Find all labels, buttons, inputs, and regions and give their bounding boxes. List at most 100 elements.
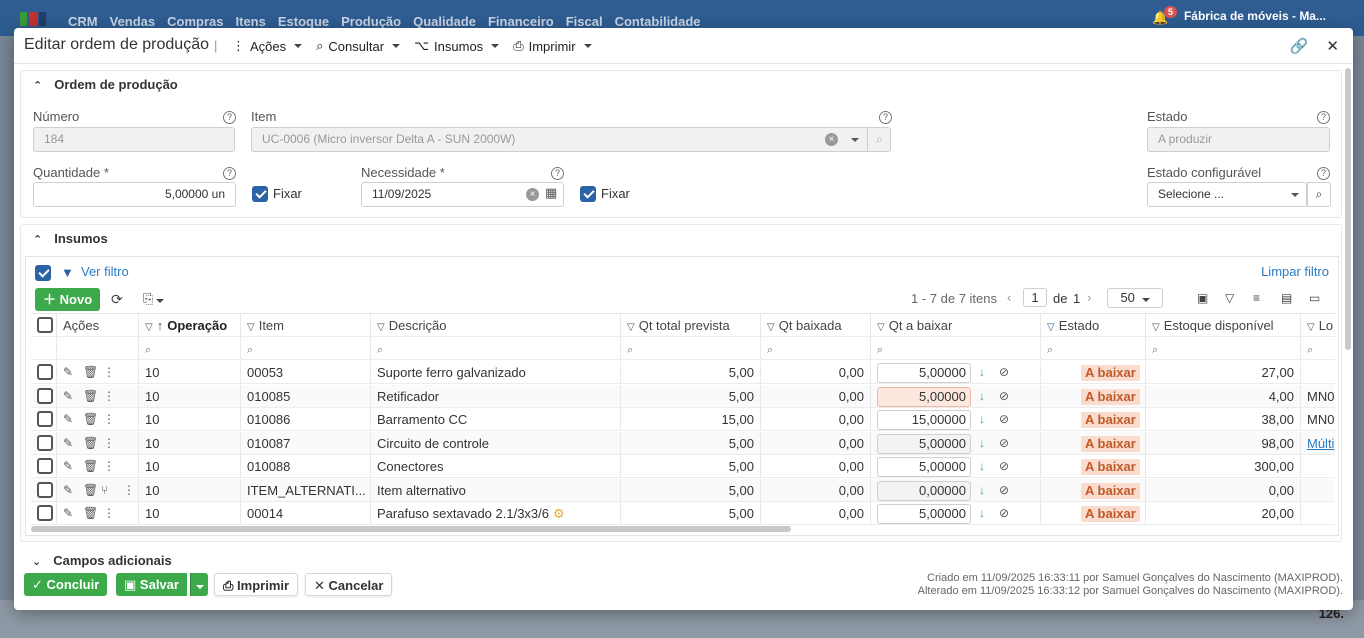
kebab-icon[interactable]: ⋮ — [123, 479, 135, 501]
table-row[interactable]: ✎ 🗑 ⋮ 10 00014 Parafuso sextavado 2.1/3x3/6 ⚙ 5… — [31, 502, 1335, 525]
save-layout-icon[interactable]: ▤ — [1281, 291, 1292, 305]
filter-icon[interactable]: ▽ — [145, 316, 153, 336]
menu-consultar[interactable]: ⌕ Consultar — [316, 38, 401, 54]
nav-item[interactable]: Financeiro — [488, 14, 554, 29]
arrow-down-icon[interactable]: ↓ — [979, 408, 985, 430]
edit-icon[interactable]: ✎ — [63, 361, 73, 383]
select-all-checkbox[interactable] — [37, 317, 53, 333]
report-icon[interactable]: ▭ — [1309, 291, 1320, 305]
qt-a-baixar-input[interactable]: 5,00000 — [877, 504, 971, 524]
filter-icon[interactable]: ▽ — [377, 316, 385, 336]
numero-field[interactable]: 184 — [33, 127, 235, 152]
arrow-down-icon[interactable]: ↓ — [979, 479, 985, 501]
quantidade-input[interactable]: 5,00000 un — [33, 182, 236, 207]
branch-icon[interactable]: ⑂ — [101, 479, 108, 501]
table-row[interactable]: ✎ 🗑 ⋮ 10 010087 Circuito de controle 5,00 0,00 5… — [31, 431, 1335, 455]
row-checkbox[interactable] — [37, 481, 53, 498]
concluir-button[interactable]: ✓ Concluir — [24, 573, 108, 596]
table-row[interactable]: ✎ 🗑 ⋮ 10 010088 Conectores 5,00 0,00 5,00000 ↓ ⊘ A … — [31, 455, 1335, 478]
arrow-down-icon[interactable]: ↓ — [979, 502, 985, 524]
help-icon[interactable]: ? — [223, 111, 236, 124]
chevron-down-icon[interactable] — [1291, 193, 1299, 197]
filter-icon[interactable]: ▽ — [877, 316, 885, 336]
qt-a-baixar-input[interactable]: 0,00000 — [877, 480, 971, 501]
trash-icon[interactable]: 🗑 — [83, 479, 98, 501]
row-checkbox[interactable] — [37, 387, 53, 404]
row-checkbox[interactable] — [37, 434, 53, 451]
nav-item[interactable]: Itens — [236, 14, 266, 29]
sort-asc-icon[interactable]: ↑ — [157, 314, 164, 336]
lo-value[interactable]: Múlti — [1307, 436, 1334, 451]
check-circle-icon[interactable]: ⊘ — [999, 479, 1009, 501]
help-icon[interactable]: ? — [1317, 167, 1330, 180]
arrow-down-icon[interactable]: ↓ — [979, 385, 985, 407]
column-header[interactable]: ▽ Qt a baixar — [871, 314, 1041, 336]
column-filter-cell[interactable]: ⌕ — [1301, 337, 1335, 359]
check-circle-icon[interactable]: ⊘ — [999, 385, 1009, 407]
table-row[interactable]: ✎ 🗑 ⋮ 10 010086 Barramento CC 15,00 0,00 15,0000… — [31, 408, 1335, 431]
filter-icon[interactable]: ▽ — [767, 316, 775, 336]
cancelar-button[interactable]: ✕ Cancelar — [305, 573, 393, 596]
column-filter-cell[interactable]: ⌕ — [1041, 337, 1146, 359]
column-header[interactable]: Ações — [57, 314, 139, 336]
filter-toggle-checkbox[interactable] — [35, 265, 51, 281]
column-header[interactable]: ▽ Estoque disponível — [1146, 314, 1301, 336]
campos-adicionais-title[interactable]: ⌄ Campos adicionais — [32, 553, 172, 568]
kebab-icon[interactable]: ⋮ — [103, 432, 115, 454]
menu-insumos[interactable]: ⌥ Insumos — [414, 38, 500, 54]
company-name[interactable]: Fábrica de móveis - Ma... — [1184, 9, 1326, 23]
row-checkbox[interactable] — [37, 505, 53, 521]
column-header[interactable] — [31, 314, 57, 336]
column-filter-cell[interactable]: ⌕ — [1146, 337, 1301, 359]
column-header[interactable]: ▽ Qt total prevista — [621, 314, 761, 336]
columns-icon[interactable]: ▣ — [1197, 291, 1208, 305]
check-circle-icon[interactable]: ⊘ — [999, 455, 1009, 477]
column-filter-cell[interactable]: ⌕ — [761, 337, 871, 359]
kebab-icon[interactable]: ⋮ — [103, 455, 115, 477]
page-input[interactable]: 1 — [1023, 288, 1047, 307]
salvar-button[interactable]: ▣ Salvar — [116, 573, 187, 596]
trash-icon[interactable]: 🗑 — [83, 432, 98, 454]
novo-button[interactable]: ＋ Novo — [35, 288, 101, 311]
filter-icon[interactable]: ▽ — [1152, 316, 1160, 336]
horizontal-scrollbar[interactable] — [31, 526, 791, 532]
refresh-icon[interactable]: ⟳ — [111, 291, 123, 308]
search-icon[interactable]: ⌕ — [867, 127, 891, 152]
kebab-icon[interactable]: ⋮ — [103, 408, 115, 430]
nav-item[interactable]: Qualidade — [413, 14, 476, 29]
nav-item[interactable]: Estoque — [278, 14, 329, 29]
clear-icon[interactable]: × — [825, 133, 838, 146]
edit-icon[interactable]: ✎ — [63, 479, 73, 501]
edit-icon[interactable]: ✎ — [63, 408, 73, 430]
row-checkbox[interactable] — [37, 364, 53, 380]
export-icon[interactable]: ⎘ — [143, 291, 165, 307]
nav-item[interactable]: Contabilidade — [615, 14, 701, 29]
table-row[interactable]: ✎ 🗑 ⋮ 10 00053 Suporte ferro galvanizado 5,00 0… — [31, 361, 1335, 384]
active-filter-icon[interactable]: ▽ — [1047, 316, 1055, 336]
column-filter-cell[interactable]: ⌕ — [621, 337, 761, 359]
qt-a-baixar-input[interactable]: 5,00000 — [877, 433, 971, 454]
row-checkbox[interactable] — [37, 458, 53, 474]
qt-a-baixar-input[interactable]: 5,00000 — [877, 457, 971, 477]
help-icon[interactable]: ? — [223, 167, 236, 180]
trash-icon[interactable]: 🗑 — [83, 455, 98, 477]
row-checkbox[interactable] — [37, 411, 53, 427]
help-icon[interactable]: ? — [879, 111, 892, 124]
notifications-bell-icon[interactable]: 🔔 5 — [1152, 6, 1178, 26]
qt-a-baixar-input[interactable]: 15,00000 — [877, 410, 971, 430]
estado-configuravel-select[interactable]: Selecione ... — [1147, 182, 1307, 207]
filter-icon[interactable]: ▽ — [627, 316, 635, 336]
help-icon[interactable]: ? — [551, 167, 564, 180]
imprimir-button[interactable]: ⎙ Imprimir — [214, 573, 299, 596]
filter-icon[interactable]: ▽ — [247, 316, 255, 336]
close-icon[interactable]: ✕ — [1326, 37, 1339, 55]
edit-icon[interactable]: ✎ — [63, 432, 73, 454]
prev-page-icon[interactable]: ‹ — [1007, 290, 1011, 305]
arrow-down-icon[interactable]: ↓ — [979, 361, 985, 383]
calendar-icon[interactable]: ▦ — [545, 185, 557, 201]
trash-icon[interactable]: 🗑 — [83, 408, 98, 430]
menu-acoes[interactable]: ⋮ Ações — [232, 38, 303, 54]
check-circle-icon[interactable]: ⊘ — [999, 432, 1009, 454]
help-icon[interactable]: ? — [1317, 111, 1330, 124]
kebab-icon[interactable]: ⋮ — [103, 502, 115, 524]
